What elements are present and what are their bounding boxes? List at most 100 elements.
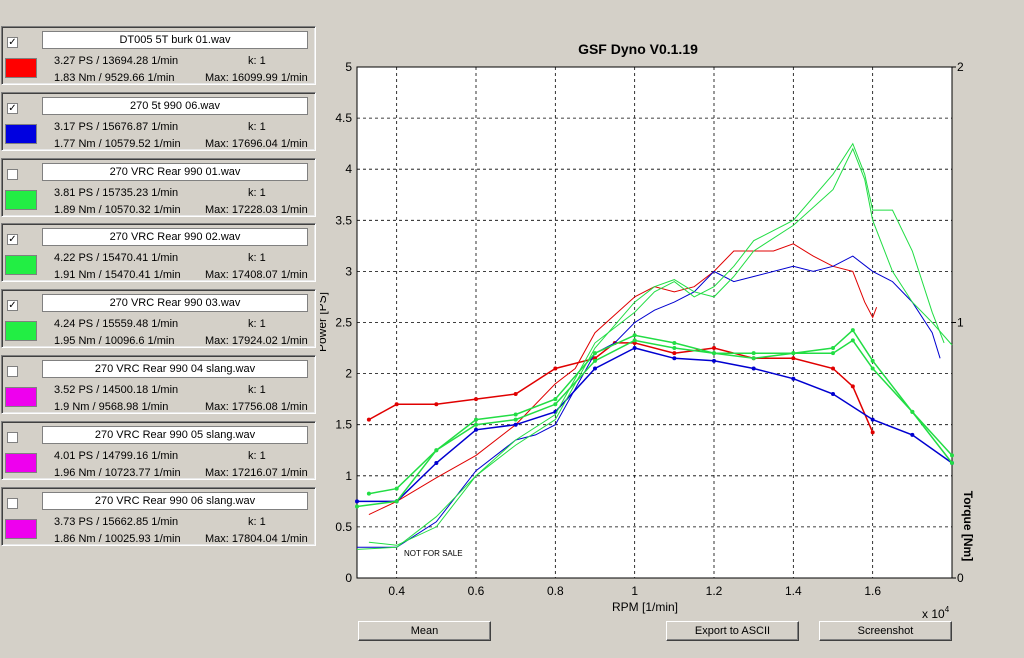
torque-point bbox=[474, 427, 478, 432]
torque-point bbox=[632, 333, 637, 338]
torque-point bbox=[850, 328, 855, 333]
run-panel: 270 VRC Rear 990 04 slang.wav 3.52 PS / 1… bbox=[1, 355, 316, 414]
run-visible-checkbox[interactable] bbox=[7, 168, 18, 180]
run-color-swatch[interactable] bbox=[5, 452, 37, 473]
run-visible-checkbox[interactable]: ✓ bbox=[7, 300, 18, 312]
run-visible-checkbox[interactable] bbox=[7, 431, 18, 443]
run-k-factor: k: 1 bbox=[248, 384, 266, 396]
torque-point bbox=[355, 499, 359, 504]
torque-point bbox=[712, 358, 716, 363]
torque-point bbox=[870, 358, 875, 363]
y-axis-label: Power [PS] bbox=[320, 292, 329, 352]
run-max-rpm: Max: 17216.07 1/min bbox=[205, 466, 308, 479]
run-visible-checkbox[interactable] bbox=[7, 497, 18, 509]
x-tick-label: 0.6 bbox=[468, 584, 485, 598]
torque-point bbox=[434, 402, 439, 407]
torque-point bbox=[870, 417, 875, 422]
run-visible-checkbox[interactable]: ✓ bbox=[7, 37, 18, 48]
torque-point bbox=[831, 351, 835, 356]
run-power-peak: 3.27 PS / 13694.28 1/min bbox=[54, 55, 179, 67]
torque-point bbox=[751, 351, 756, 356]
torque-point bbox=[553, 397, 558, 402]
torque-point bbox=[513, 392, 518, 397]
y-tick-label: 1 bbox=[345, 469, 352, 483]
run-filename-field[interactable]: 270 VRC Rear 990 04 slang.wav bbox=[42, 360, 308, 378]
x-tick-label: 0.8 bbox=[547, 584, 564, 598]
run-visible-checkbox[interactable]: ✓ bbox=[7, 102, 18, 114]
y-tick-label: 2 bbox=[345, 367, 352, 381]
torque-point bbox=[672, 340, 677, 345]
run-k-factor: k: 1 bbox=[248, 318, 266, 331]
run-power-peak: 4.22 PS / 15470.41 1/min bbox=[54, 252, 179, 265]
torque-point bbox=[394, 486, 399, 491]
run-color-swatch[interactable] bbox=[5, 123, 37, 144]
torque-point bbox=[366, 491, 371, 496]
torque-point bbox=[474, 417, 478, 422]
run-k-factor: k: 1 bbox=[248, 449, 266, 462]
export-ascii-button[interactable]: Export to ASCII bbox=[666, 621, 799, 641]
torque-point bbox=[751, 366, 756, 371]
torque-point bbox=[850, 384, 855, 389]
run-power-peak: 4.24 PS / 15559.48 1/min bbox=[54, 318, 179, 331]
run-filename-field[interactable]: 270 VRC Rear 990 03.wav bbox=[42, 294, 308, 313]
torque-point bbox=[910, 432, 915, 437]
run-panel: 270 VRC Rear 990 01.wav 3.81 PS / 15735.2… bbox=[1, 157, 316, 217]
x-tick-label: 1.2 bbox=[706, 584, 723, 598]
torque-point bbox=[672, 356, 677, 361]
run-filename-field[interactable]: 270 VRC Rear 990 02.wav bbox=[42, 228, 308, 247]
run-color-swatch[interactable] bbox=[5, 189, 37, 210]
run-torque-peak: 1.77 Nm / 10579.52 1/min bbox=[54, 137, 181, 150]
run-panel: ✓ DT005 5T burk 01.wav 3.27 PS / 13694.28 … bbox=[1, 26, 316, 85]
run-panel: ✓ 270 5t 990 06.wav 3.17 PS / 15676.87 1/m… bbox=[1, 91, 316, 151]
run-max-rpm: Max: 17696.04 1/min bbox=[205, 137, 308, 150]
run-torque-peak: 1.95 Nm / 10096.6 1/min bbox=[54, 335, 175, 348]
run-max-rpm: Max: 17756.08 1/min bbox=[205, 401, 308, 413]
y-tick-label: 1.5 bbox=[335, 418, 352, 432]
chart-title: GSF Dyno V0.1.19 bbox=[578, 41, 698, 57]
watermark: NOT FOR SALE bbox=[404, 549, 463, 558]
run-filename-field[interactable]: 270 5t 990 06.wav bbox=[42, 96, 308, 115]
x-tick-label: 0.4 bbox=[388, 584, 405, 598]
screenshot-button[interactable]: Screenshot bbox=[819, 621, 952, 641]
torque-point bbox=[831, 346, 835, 351]
torque-point bbox=[394, 499, 399, 504]
run-color-swatch[interactable] bbox=[5, 255, 37, 276]
y-tick-label: 3 bbox=[345, 264, 352, 278]
run-max-rpm: Max: 17228.03 1/min bbox=[205, 203, 308, 216]
run-panel: ✓ 270 VRC Rear 990 02.wav 4.22 PS / 15470.… bbox=[1, 223, 316, 283]
run-power-peak: 3.52 PS / 14500.18 1/min bbox=[54, 384, 179, 396]
run-visible-checkbox[interactable] bbox=[7, 366, 18, 377]
torque-point bbox=[632, 346, 637, 351]
y-tick-label: 2.5 bbox=[335, 316, 352, 330]
y-tick-label: 0 bbox=[345, 571, 352, 585]
run-color-swatch[interactable] bbox=[5, 387, 37, 407]
run-color-swatch[interactable] bbox=[5, 58, 37, 78]
x-tick-label: 1.4 bbox=[785, 584, 802, 598]
y-tick-label: 0.5 bbox=[335, 520, 352, 534]
torque-point bbox=[434, 461, 439, 466]
run-k-factor: k: 1 bbox=[248, 186, 266, 199]
torque-point bbox=[751, 356, 756, 361]
torque-point bbox=[593, 351, 597, 356]
run-filename-field[interactable]: 270 VRC Rear 990 01.wav bbox=[42, 162, 308, 181]
run-filename-field[interactable]: DT005 5T burk 01.wav bbox=[42, 31, 308, 49]
run-filename-field[interactable]: 270 VRC Rear 990 05 slang.wav bbox=[42, 425, 308, 444]
torque-point bbox=[553, 366, 558, 371]
torque-point bbox=[791, 356, 796, 361]
run-k-factor: k: 1 bbox=[248, 120, 266, 133]
x-multiplier: x 104 bbox=[922, 605, 950, 621]
x-axis-label: RPM [1/min] bbox=[612, 600, 678, 614]
run-torque-peak: 1.86 Nm / 10025.93 1/min bbox=[54, 532, 181, 545]
torque-point bbox=[593, 358, 597, 363]
run-color-swatch[interactable] bbox=[5, 518, 37, 539]
run-filename-field[interactable]: 270 VRC Rear 990 06 slang.wav bbox=[42, 491, 308, 510]
run-power-peak: 3.81 PS / 15735.23 1/min bbox=[54, 186, 179, 199]
run-color-swatch[interactable] bbox=[5, 321, 37, 342]
mean-button[interactable]: Mean bbox=[358, 621, 491, 641]
run-max-rpm: Max: 17804.04 1/min bbox=[205, 532, 308, 545]
x-axis-ticks: 0.4 0.6 0.8 1 1.2 1.4 1.6 bbox=[388, 584, 881, 598]
run-k-factor: k: 1 bbox=[248, 252, 266, 265]
run-visible-checkbox[interactable]: ✓ bbox=[7, 234, 18, 246]
x-tick-label: 1.6 bbox=[864, 584, 881, 598]
torque-point bbox=[355, 504, 359, 509]
